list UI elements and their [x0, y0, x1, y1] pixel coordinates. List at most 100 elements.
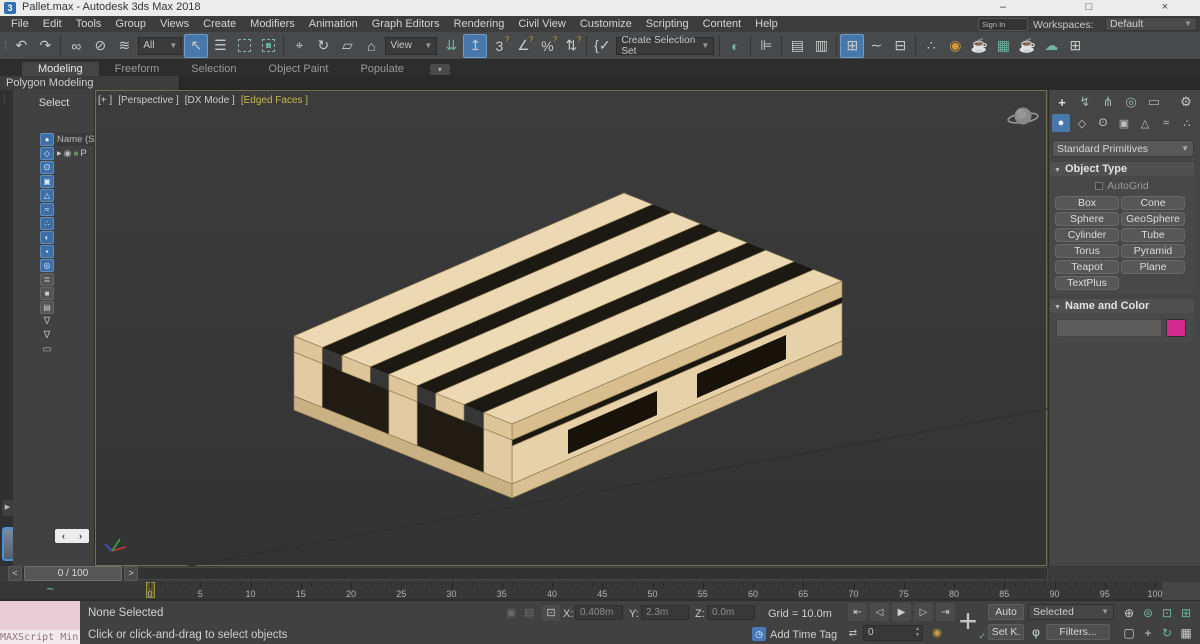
maxscript-mini-listener[interactable]: [0, 601, 80, 630]
select-and-link-button[interactable]: ∞: [64, 34, 88, 58]
menu-item-content[interactable]: Content: [696, 16, 749, 32]
create-geosphere-button[interactable]: GeoSphere: [1121, 212, 1185, 226]
viewport-pov-menu[interactable]: [Perspective ]: [118, 95, 179, 106]
render-production-button[interactable]: ☕: [1015, 34, 1039, 58]
object-type-header[interactable]: ▼Object Type: [1050, 162, 1194, 176]
material-editor-button[interactable]: ◉: [943, 34, 967, 58]
absolute-mode-toggle[interactable]: ⊡: [542, 605, 560, 621]
previous-frame-button[interactable]: ◁: [870, 603, 889, 621]
space-warps-subtab[interactable]: ≈: [1157, 114, 1175, 132]
scene-object-row[interactable]: ▶ ◉ ■ P: [57, 147, 95, 160]
key-mode-dropdown[interactable]: Selected▼: [1028, 604, 1114, 620]
hierarchy-tab[interactable]: ⋔: [1098, 92, 1118, 112]
scroll-right-icon[interactable]: ›: [79, 531, 82, 541]
perspective-viewport[interactable]: [+ ] [Perspective ] [DX Mode ] [Edged Fa…: [95, 90, 1047, 566]
mirror-button[interactable]: ◐: [723, 34, 747, 58]
dock-grip[interactable]: ⁞: [3, 94, 6, 105]
key-filters-icon[interactable]: ◉: [928, 625, 946, 641]
select-by-name-button[interactable]: ☰: [208, 34, 232, 58]
select-and-rotate-button[interactable]: ↻: [311, 34, 335, 58]
select-object-button[interactable]: ↖: [184, 34, 208, 58]
tab-modeling[interactable]: Modeling: [22, 62, 99, 76]
object-color-swatch[interactable]: [1166, 319, 1186, 337]
menu-item-help[interactable]: Help: [748, 16, 785, 32]
explorer-filter-icon[interactable]: ●: [40, 133, 54, 146]
explorer-scrollbar[interactable]: ‹›: [55, 529, 89, 543]
explorer-flyout-button[interactable]: ▶: [2, 500, 13, 516]
render-in-cloud-button[interactable]: ☁: [1039, 34, 1063, 58]
scroll-left-icon[interactable]: ‹: [62, 531, 65, 541]
create-box-button[interactable]: Box: [1055, 196, 1119, 210]
key-filters-button[interactable]: Filters...: [1046, 624, 1110, 640]
set-keys-icon[interactable]: φ: [1028, 624, 1044, 640]
schematic-view-button[interactable]: ⊟: [888, 34, 912, 58]
explorer-filter-icon[interactable]: ▭: [40, 343, 54, 356]
menu-item-edit[interactable]: Edit: [36, 16, 69, 32]
menu-item-civil-view[interactable]: Civil View: [511, 16, 572, 32]
undo-button[interactable]: ↶: [9, 34, 33, 58]
zoom-extents-all-button[interactable]: ⊞: [1177, 604, 1195, 621]
ribbon-overflow-icon[interactable]: ▾: [430, 64, 450, 75]
lights-subtab[interactable]: ʘ: [1094, 114, 1112, 132]
menu-item-animation[interactable]: Animation: [302, 16, 365, 32]
zoom-extents-button[interactable]: ⊡: [1158, 604, 1176, 621]
reference-coordinate-dropdown[interactable]: View▼: [385, 37, 437, 55]
workspace-dropdown[interactable]: Default▼: [1105, 17, 1197, 31]
explorer-filter-icon[interactable]: ▣: [40, 175, 54, 188]
primitive-category-dropdown[interactable]: Standard Primitives▼: [1052, 140, 1194, 157]
create-selection-set-dropdown[interactable]: Create Selection Set▼: [616, 37, 714, 55]
explorer-filter-icon[interactable]: ◇: [40, 147, 54, 160]
maxscript-listener-input[interactable]: MAXScript Min: [0, 630, 80, 644]
systems-subtab[interactable]: ∴: [1178, 114, 1196, 132]
close-button[interactable]: ×: [1152, 0, 1178, 15]
unlink-selection-button[interactable]: ⊘: [88, 34, 112, 58]
explorer-filter-icon[interactable]: ≈: [40, 203, 54, 216]
select-and-place-button[interactable]: ⌂: [359, 34, 383, 58]
y-coordinate-field[interactable]: 2.3m: [641, 605, 689, 620]
explorer-filter-icon[interactable]: ≣: [40, 273, 54, 286]
maximize-viewport-toggle-button[interactable]: ▦: [1177, 624, 1195, 641]
track-bar[interactable]: ∼ 05101520253035404550556065707580859095…: [0, 582, 1200, 600]
create-tab[interactable]: +: [1052, 92, 1072, 112]
utilities-tab[interactable]: ⚙: [1176, 92, 1196, 112]
use-pivot-point-center-button[interactable]: ⇊: [439, 34, 463, 58]
align-button[interactable]: ⊫: [754, 34, 778, 58]
zoom-region-button[interactable]: ▢: [1120, 624, 1138, 641]
create-sphere-button[interactable]: Sphere: [1055, 212, 1119, 226]
time-slider-thumb[interactable]: 0 / 100: [24, 566, 122, 581]
play-animation-button[interactable]: ▶: [892, 603, 911, 621]
name-column-header[interactable]: Name (S: [57, 133, 95, 146]
zoom-all-button[interactable]: ⊜: [1139, 604, 1157, 621]
expand-arrow-icon[interactable]: ▶: [57, 150, 62, 157]
menu-item-create[interactable]: Create: [196, 16, 243, 32]
selection-lock-icon[interactable]: ▤: [524, 606, 534, 619]
zoom-button[interactable]: ⊕: [1120, 604, 1138, 621]
select-and-manipulate-button[interactable]: ↥: [463, 34, 487, 58]
create-plane-button[interactable]: Plane: [1121, 260, 1185, 274]
render-setup-button[interactable]: ☕: [967, 34, 991, 58]
next-frame-slider-button[interactable]: >: [124, 566, 138, 581]
autogrid-checkbox[interactable]: AutoGrid: [1050, 176, 1194, 192]
menu-item-views[interactable]: Views: [153, 16, 196, 32]
explorer-filter-icon[interactable]: △: [40, 189, 54, 202]
toggle-ribbon-button[interactable]: ⊞: [840, 34, 864, 58]
auto-key-button[interactable]: Auto: [988, 604, 1024, 620]
explorer-filter-icon[interactable]: ʘ: [40, 161, 54, 174]
viewport-shading-menu[interactable]: [Edged Faces ]: [241, 95, 308, 106]
bind-to-space-warp-button[interactable]: ≋: [112, 34, 136, 58]
visibility-eye-icon[interactable]: ◉: [64, 148, 72, 159]
go-to-start-button[interactable]: ⇤: [848, 603, 867, 621]
current-frame-field[interactable]: 0▲▼: [863, 625, 923, 641]
polygon-modeling-panel[interactable]: Polygon Modeling: [0, 76, 180, 90]
curve-editor-button[interactable]: ∼: [864, 34, 888, 58]
explorer-filter-icon[interactable]: ◐: [40, 231, 54, 244]
explorer-filter-icon[interactable]: ∇: [40, 329, 54, 342]
spinner-icon[interactable]: ▲▼: [915, 626, 920, 638]
x-coordinate-field[interactable]: 0.408m: [575, 605, 623, 620]
time-slider-track[interactable]: [8, 567, 1048, 580]
redo-button[interactable]: ↷: [33, 34, 57, 58]
tab-freeform[interactable]: Freeform: [99, 62, 176, 76]
explorer-filter-icon[interactable]: ∇: [40, 315, 54, 328]
rectangular-selection-region-button[interactable]: [232, 34, 256, 58]
orbit-button[interactable]: ↻: [1158, 624, 1176, 641]
